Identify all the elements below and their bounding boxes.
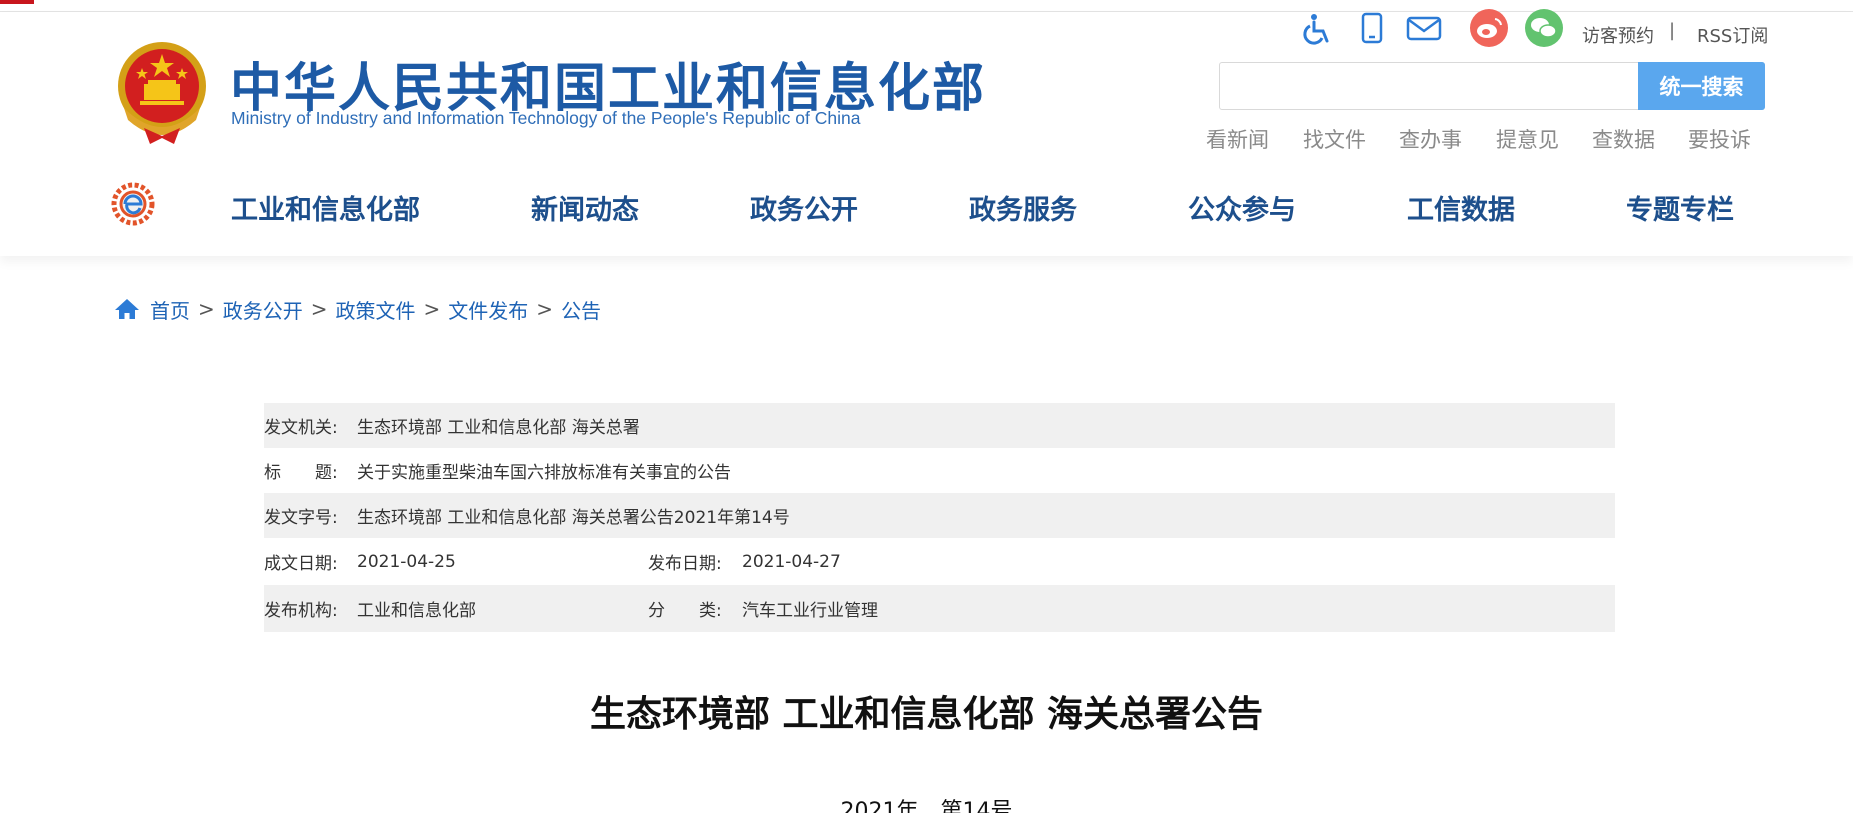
home-icon[interactable] [114,297,140,321]
org-label: 发布机构: [264,601,338,621]
nav-item-government-affairs[interactable]: 政务公开 [750,188,858,227]
national-emblem-icon [118,42,206,144]
issuer-label: 发文机关: [264,418,338,438]
quick-link-complaint[interactable]: 要投诉 [1688,124,1751,154]
nav-item-ministry[interactable]: 工业和信息化部 [231,188,420,227]
info-row-org-category: 发布机构: 工业和信息化部 分 类: 汽车工业行业管理 [264,585,1615,632]
quick-link-news[interactable]: 看新闻 [1206,124,1269,154]
nav-item-government-services[interactable]: 政务服务 [969,188,1077,227]
mobile-icon[interactable] [1358,12,1386,46]
breadcrumb-separator: > [423,297,441,321]
wechat-icon[interactable] [1524,9,1564,47]
info-row-dates: 成文日期: 2021-04-25 发布日期: 2021-04-27 [264,538,1615,585]
document-info-table: 发文机关: 生态环境部 工业和信息化部 海关总署 标 题: 关于实施重型柴油车国… [264,403,1615,632]
breadcrumb: 首页 > 政务公开 > 政策文件 > 文件发布 > 公告 [114,295,601,323]
accessibility-icon[interactable] [1302,12,1332,46]
doc-number-label: 发文字号: [264,508,338,528]
quick-links: 看新闻 找文件 查办事 提意见 查数据 要投诉 [1206,124,1776,154]
nav-item-news[interactable]: 新闻动态 [531,188,639,227]
title-label: 标 题: [264,463,338,483]
category-value: 汽车工业行业管理 [742,601,878,621]
visitor-appointment-link[interactable]: 访客预约 [1582,22,1654,48]
breadcrumb-announcement[interactable]: 公告 [561,295,601,324]
nav-item-special-topics[interactable]: 专题专栏 [1626,188,1734,227]
mail-icon[interactable] [1406,12,1442,46]
quick-link-data[interactable]: 查数据 [1592,124,1655,154]
breadcrumb-government-affairs[interactable]: 政务公开 [223,295,303,324]
quick-link-files[interactable]: 找文件 [1303,124,1366,154]
written-date-value: 2021-04-25 [357,551,456,572]
site-header: 中华人民共和国工业和信息化部 Ministry of Industry and … [0,9,1853,256]
miit-logo-icon[interactable] [111,182,157,226]
breadcrumb-policy-files[interactable]: 政策文件 [336,295,416,324]
nav-item-data[interactable]: 工信数据 [1407,188,1515,227]
info-row-issuer: 发文机关: 生态环境部 工业和信息化部 海关总署 [264,403,1615,448]
corner-mark [0,0,34,4]
article-title: 生态环境部 工业和信息化部 海关总署公告 [589,694,1264,735]
nav-item-public-participation[interactable]: 公众参与 [1188,188,1296,227]
quick-link-feedback[interactable]: 提意见 [1496,124,1559,154]
site-subtitle[interactable]: Ministry of Industry and Information Tec… [231,108,860,129]
publish-date-label: 发布日期: [648,554,722,574]
breadcrumb-file-release[interactable]: 文件发布 [448,295,528,324]
doc-number-value: 生态环境部 工业和信息化部 海关总署公告2021年第14号 [357,508,790,528]
written-date-label: 成文日期: [264,554,338,574]
search-input[interactable] [1221,64,1637,108]
quick-link-services[interactable]: 查办事 [1399,124,1462,154]
publish-date-value: 2021-04-27 [742,551,841,572]
org-value: 工业和信息化部 [357,601,476,621]
article-number: 2021年 第14号 [840,799,1013,813]
breadcrumb-separator: > [536,297,554,321]
breadcrumb-separator: > [310,297,328,321]
search-button[interactable]: 统一搜索 [1638,62,1765,110]
category-label: 分 类: [648,601,722,621]
issuer-value: 生态环境部 工业和信息化部 海关总署 [357,418,640,438]
rss-link[interactable]: RSS订阅 [1697,22,1768,48]
info-row-doc-number: 发文字号: 生态环境部 工业和信息化部 海关总署公告2021年第14号 [264,493,1615,538]
breadcrumb-home[interactable]: 首页 [150,295,190,324]
util-separator: | [1669,20,1676,41]
info-row-title: 标 题: 关于实施重型柴油车国六排放标准有关事宜的公告 [264,448,1615,493]
breadcrumb-separator: > [198,297,215,321]
title-value: 关于实施重型柴油车国六排放标准有关事宜的公告 [357,463,731,483]
weibo-icon[interactable] [1469,9,1509,47]
